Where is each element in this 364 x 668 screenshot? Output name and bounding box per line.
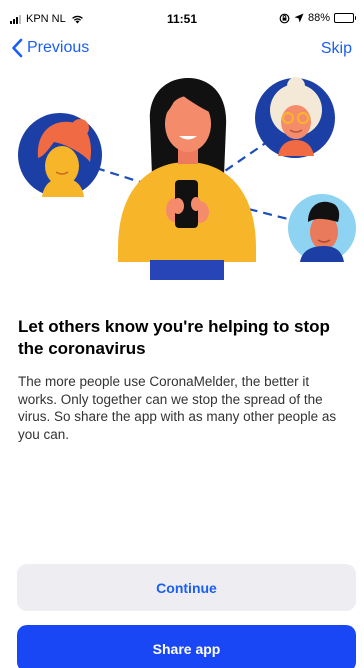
location-arrow-icon: [294, 13, 304, 23]
sharing-illustration: [18, 77, 356, 280]
status-bar: KPN NL 11:51 88%: [0, 0, 364, 36]
continue-button[interactable]: Continue: [17, 564, 356, 611]
share-app-button[interactable]: Share app: [17, 625, 356, 668]
page-title: Let others know you're helping to stop t…: [18, 317, 330, 358]
previous-label: Previous: [27, 39, 90, 56]
description-text: The more people use CoronaMelder, the be…: [18, 374, 337, 442]
previous-button[interactable]: Previous: [11, 38, 89, 58]
status-right: 88%: [279, 12, 356, 24]
avatar-left-woman: [18, 113, 102, 197]
skip-button[interactable]: Skip: [321, 40, 352, 58]
battery-icon: [334, 13, 356, 23]
central-woman-figure: [118, 78, 256, 280]
avatar-top-right-elderly-woman: [255, 77, 335, 158]
chevron-left-icon: [12, 38, 23, 58]
avatar-bottom-right-man: [288, 194, 356, 262]
battery-percent: 88%: [307, 12, 330, 24]
orientation-lock-icon: [279, 13, 290, 23]
